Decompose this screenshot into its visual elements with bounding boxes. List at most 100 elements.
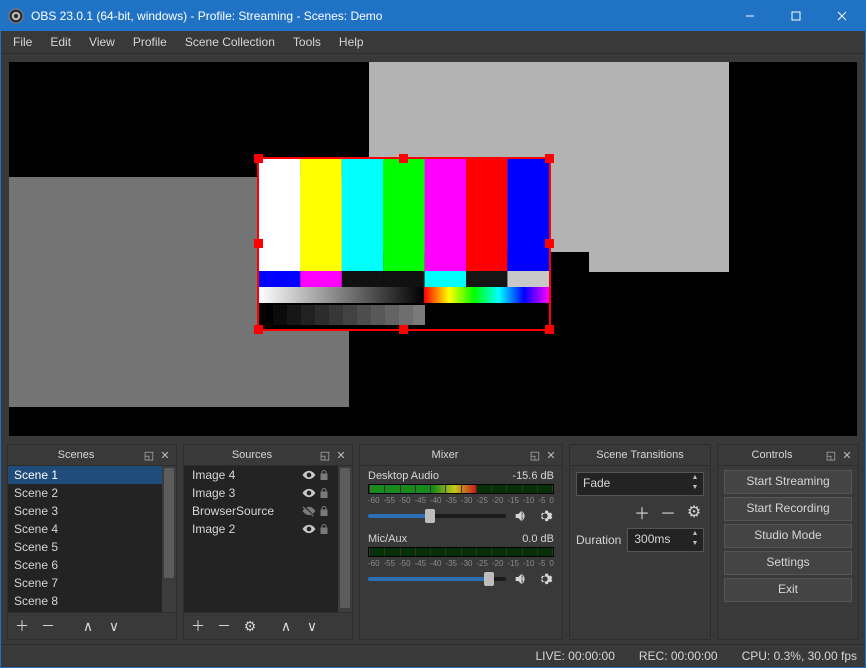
menu-edit[interactable]: Edit: [42, 33, 79, 51]
app-logo: [1, 8, 31, 24]
transitions-panel: Scene Transitions Fade ▲▼ ＋ － ⚙ Duration: [569, 444, 711, 640]
minimize-button[interactable]: [727, 1, 773, 31]
menu-tools[interactable]: Tools: [285, 33, 329, 51]
volume-slider[interactable]: [368, 514, 506, 518]
visibility-toggle-icon[interactable]: [302, 504, 318, 518]
channel-db: -15.6 dB: [512, 470, 554, 482]
sources-header[interactable]: Sources ◱ ✕: [184, 445, 352, 466]
close-icon[interactable]: ✕: [543, 449, 559, 462]
controls-panel: Controls ◱ ✕ Start Streaming Start Record…: [717, 444, 859, 640]
mixer-header[interactable]: Mixer ◱ ✕: [360, 445, 562, 466]
visibility-toggle-icon[interactable]: [302, 522, 318, 536]
channel-settings-button[interactable]: [536, 507, 554, 525]
lock-toggle-icon[interactable]: [318, 505, 334, 517]
scene-row[interactable]: Scene 8: [8, 592, 162, 610]
transition-properties-button[interactable]: ⚙: [684, 502, 704, 522]
remove-transition-button[interactable]: －: [658, 502, 678, 522]
level-meter: [368, 484, 554, 494]
add-scene-button[interactable]: ＋: [12, 616, 32, 636]
duration-input[interactable]: 300ms ▲▼: [627, 528, 704, 552]
close-button[interactable]: [819, 1, 865, 31]
preview-canvas[interactable]: [9, 62, 857, 436]
scene-row[interactable]: Scene 3: [8, 502, 162, 520]
sources-scrollbar[interactable]: [338, 466, 352, 612]
resize-handle-s[interactable]: [399, 325, 408, 334]
scene-row[interactable]: Scene 1: [8, 466, 162, 484]
source-row[interactable]: Image 2: [184, 520, 338, 538]
resize-handle-e[interactable]: [545, 239, 554, 248]
scenes-header[interactable]: Scenes ◱ ✕: [8, 445, 176, 466]
undock-icon[interactable]: ◱: [141, 449, 157, 462]
close-icon[interactable]: ✕: [839, 449, 855, 462]
studio-mode-button[interactable]: Studio Mode: [724, 524, 852, 548]
menu-profile[interactable]: Profile: [125, 33, 175, 51]
move-scene-up-button[interactable]: ∧: [78, 616, 98, 636]
chevron-up-icon[interactable]: ▲: [689, 530, 701, 540]
resize-handle-nw[interactable]: [254, 154, 263, 163]
mixer-panel: Mixer ◱ ✕ Desktop Audio-15.6 dB-60-55-50…: [359, 444, 563, 640]
lock-toggle-icon[interactable]: [318, 523, 334, 535]
channel-settings-button[interactable]: [536, 570, 554, 588]
move-scene-down-button[interactable]: ∨: [104, 616, 124, 636]
start-streaming-button[interactable]: Start Streaming: [724, 470, 852, 494]
chevron-down-icon[interactable]: ▼: [689, 540, 701, 550]
scenes-list[interactable]: Scene 1Scene 2Scene 3Scene 4Scene 5Scene…: [8, 466, 162, 612]
scene-row[interactable]: Scene 2: [8, 484, 162, 502]
source-name: Image 4: [188, 468, 302, 482]
source-properties-button[interactable]: ⚙: [240, 616, 260, 636]
move-source-down-button[interactable]: ∨: [302, 616, 322, 636]
volume-slider[interactable]: [368, 577, 506, 581]
source-row[interactable]: Image 4: [184, 466, 338, 484]
source-row[interactable]: BrowserSource: [184, 502, 338, 520]
transitions-header[interactable]: Scene Transitions: [570, 445, 710, 466]
sources-toolbar: ＋ － ⚙ ∧ ∨: [184, 612, 352, 639]
mixer-title: Mixer: [363, 449, 527, 461]
scene-row[interactable]: Scene 4: [8, 520, 162, 538]
maximize-button[interactable]: [773, 1, 819, 31]
mute-button[interactable]: [512, 570, 530, 588]
lock-toggle-icon[interactable]: [318, 469, 334, 481]
resize-handle-ne[interactable]: [545, 154, 554, 163]
resize-handle-n[interactable]: [399, 154, 408, 163]
exit-button[interactable]: Exit: [724, 578, 852, 602]
meter-ticks: -60-55-50-45-40-35-30-25-20-15-10-50: [368, 496, 554, 505]
close-icon[interactable]: ✕: [333, 449, 349, 462]
menu-scene-collection[interactable]: Scene Collection: [177, 33, 283, 51]
menu-file[interactable]: File: [5, 33, 40, 51]
scene-row[interactable]: Scene 7: [8, 574, 162, 592]
remove-source-button[interactable]: －: [214, 616, 234, 636]
menu-view[interactable]: View: [81, 33, 123, 51]
transition-current: Fade: [583, 476, 610, 490]
scene-row[interactable]: Scene 6: [8, 556, 162, 574]
chevron-down-icon[interactable]: ▼: [689, 484, 701, 494]
scenes-panel: Scenes ◱ ✕ Scene 1Scene 2Scene 3Scene 4S…: [7, 444, 177, 640]
controls-header[interactable]: Controls ◱ ✕: [718, 445, 858, 466]
visibility-toggle-icon[interactable]: [302, 468, 318, 482]
close-icon[interactable]: ✕: [157, 449, 173, 462]
scene-row[interactable]: Scene 5: [8, 538, 162, 556]
chevron-up-icon[interactable]: ▲: [689, 474, 701, 484]
start-recording-button[interactable]: Start Recording: [724, 497, 852, 521]
undock-icon[interactable]: ◱: [317, 449, 333, 462]
add-transition-button[interactable]: ＋: [632, 502, 652, 522]
undock-icon[interactable]: ◱: [823, 449, 839, 462]
lock-toggle-icon[interactable]: [318, 487, 334, 499]
source-row[interactable]: Image 3: [184, 484, 338, 502]
preview-selected-source[interactable]: [257, 157, 551, 331]
scenes-scrollbar[interactable]: [162, 466, 176, 612]
remove-scene-button[interactable]: －: [38, 616, 58, 636]
add-source-button[interactable]: ＋: [188, 616, 208, 636]
visibility-toggle-icon[interactable]: [302, 486, 318, 500]
undock-icon[interactable]: ◱: [527, 449, 543, 462]
duration-value: 300ms: [634, 532, 670, 546]
sources-title: Sources: [187, 449, 317, 461]
resize-handle-sw[interactable]: [254, 325, 263, 334]
move-source-up-button[interactable]: ∧: [276, 616, 296, 636]
resize-handle-se[interactable]: [545, 325, 554, 334]
mute-button[interactable]: [512, 507, 530, 525]
transition-select[interactable]: Fade ▲▼: [576, 472, 704, 496]
settings-button[interactable]: Settings: [724, 551, 852, 575]
resize-handle-w[interactable]: [254, 239, 263, 248]
menu-help[interactable]: Help: [331, 33, 372, 51]
sources-list[interactable]: Image 4 Image 3BrowserSourceImage 2: [184, 466, 338, 612]
